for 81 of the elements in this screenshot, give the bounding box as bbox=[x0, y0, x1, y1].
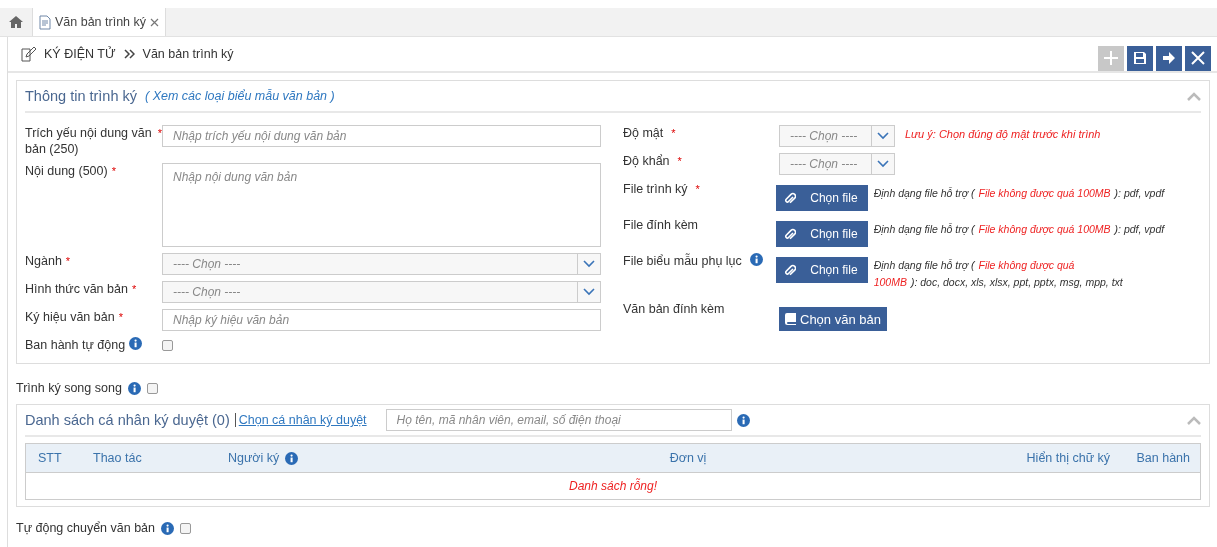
warning-note: Lưu ý: Chọn đúng độ mật trước khi trình bbox=[905, 128, 1101, 140]
column-header: Hiển thị chữ ký bbox=[1026, 451, 1110, 465]
required-mark: * bbox=[65, 254, 71, 269]
edit-icon bbox=[20, 46, 36, 62]
chevron-down-icon bbox=[877, 160, 889, 168]
column-header: Thao tác bbox=[93, 451, 142, 465]
checkbox[interactable] bbox=[162, 339, 173, 351]
field-label: File biểu mẫu phụ lục bbox=[623, 253, 742, 269]
paperclip-icon bbox=[784, 227, 797, 241]
column-header: Đơn vị bbox=[669, 451, 707, 465]
chevron-double-icon bbox=[123, 49, 135, 59]
required-mark: * bbox=[671, 126, 676, 141]
field-label: Ngành bbox=[25, 253, 62, 269]
book-icon bbox=[785, 313, 796, 325]
close-button[interactable] bbox=[1185, 45, 1211, 71]
breadcrumb-item[interactable]: KÝ ĐIỆN TỬ bbox=[44, 47, 116, 61]
field-label: Ban hành tự động bbox=[25, 337, 126, 353]
panel-title: Danh sách cá nhân ký duyệt (0) bbox=[25, 412, 230, 428]
breadcrumb-item: Văn bản trình ký bbox=[142, 47, 234, 61]
text-area[interactable]: Nhập nội dung văn bản bbox=[162, 163, 601, 247]
info-icon[interactable] bbox=[749, 253, 763, 266]
file-format-hint: Định dạng file hỗ trợ ( File không được quá 100MB ): pdf, vpdf bbox=[873, 186, 1166, 201]
field-label: Hình thức văn bản bbox=[25, 281, 128, 297]
required-mark: * bbox=[695, 182, 700, 197]
required-mark: * bbox=[131, 282, 137, 297]
field-label: File trình ký bbox=[623, 181, 688, 197]
info-icon[interactable] bbox=[127, 381, 141, 395]
plus-icon bbox=[1103, 50, 1119, 66]
empty-message: Danh sách rỗng! bbox=[568, 479, 658, 493]
option-label: Tự động chuyển văn bản bbox=[16, 521, 156, 535]
dropdown[interactable]: ---- Chọn ---- bbox=[779, 125, 895, 147]
paperclip-icon bbox=[784, 191, 797, 205]
field-label: Nội dung (500) bbox=[25, 163, 108, 179]
required-mark: * bbox=[118, 310, 123, 325]
tab[interactable]: Văn bản trình ký bbox=[33, 8, 167, 36]
paperclip-icon bbox=[784, 263, 797, 277]
templates-link[interactable]: ( Xem các loại biểu mẫu văn bản ) bbox=[145, 89, 335, 103]
save-button[interactable] bbox=[1127, 45, 1153, 71]
required-mark: * bbox=[157, 126, 162, 141]
field-label: File đính kèm bbox=[623, 217, 699, 233]
close-icon bbox=[1190, 50, 1206, 66]
next-button[interactable] bbox=[1156, 45, 1182, 71]
text-field[interactable]: Nhập ký hiệu văn bản bbox=[162, 309, 601, 331]
field-label: Trích yếu nội dung văn bản (250) bbox=[25, 125, 153, 157]
column-header: STT bbox=[38, 451, 62, 465]
checkbox[interactable] bbox=[146, 382, 158, 394]
arrow-right-icon bbox=[1162, 51, 1176, 65]
required-mark: * bbox=[677, 154, 682, 169]
text-field[interactable]: Nhập trích yếu nội dung văn bản bbox=[162, 125, 601, 147]
field-label: Ký hiệu văn bản bbox=[25, 309, 115, 325]
document-icon bbox=[39, 14, 51, 30]
chevron-down-icon bbox=[877, 132, 889, 140]
dropdown[interactable]: ---- Chọn ---- bbox=[779, 153, 895, 175]
field-label: Độ mật bbox=[623, 125, 664, 141]
choose-file-button[interactable]: Chọn file bbox=[776, 221, 868, 247]
file-format-hint: Định dạng file hỗ trợ ( File không được quá 100MB ): doc, docx, xls, xlsx, ppt, pptx, msg, mpp, txt bbox=[873, 258, 1124, 290]
required-mark: * bbox=[111, 164, 116, 179]
choose-file-button[interactable]: Chọn file bbox=[776, 257, 868, 283]
file-format-hint: Định dạng file hỗ trợ ( File không được quá 100MB ): pdf, vpdf bbox=[873, 222, 1166, 237]
choose-document-button[interactable]: Chọn văn bản bbox=[779, 307, 887, 331]
choose-file-button[interactable]: Chọn file bbox=[776, 185, 868, 211]
option-label: Trình ký song song bbox=[16, 381, 122, 395]
field-label: Văn bản đính kèm bbox=[623, 301, 725, 317]
info-icon[interactable] bbox=[736, 413, 750, 427]
column-header: Ban hành bbox=[1136, 451, 1190, 465]
choose-approver-link[interactable]: Chọn cá nhân ký duyệt bbox=[234, 413, 367, 427]
save-icon bbox=[1133, 51, 1147, 65]
close-icon[interactable] bbox=[150, 17, 160, 27]
search-field[interactable]: Họ tên, mã nhân viên, email, số điện thoại bbox=[385, 409, 732, 431]
info-icon[interactable] bbox=[129, 337, 143, 350]
dropdown[interactable]: ---- Chọn ---- bbox=[162, 253, 601, 275]
column-header: Người ký bbox=[228, 451, 280, 465]
field-label: Độ khẩn bbox=[623, 153, 670, 169]
info-icon[interactable] bbox=[161, 521, 175, 535]
dropdown[interactable]: ---- Chọn ---- bbox=[162, 281, 601, 303]
checkbox[interactable] bbox=[180, 522, 192, 534]
panel-title: Thông tin trình ký bbox=[25, 88, 138, 104]
chevron-down-icon bbox=[583, 288, 595, 296]
chevron-down-icon bbox=[583, 260, 595, 268]
home-icon bbox=[9, 16, 23, 28]
info-icon[interactable] bbox=[285, 451, 299, 465]
